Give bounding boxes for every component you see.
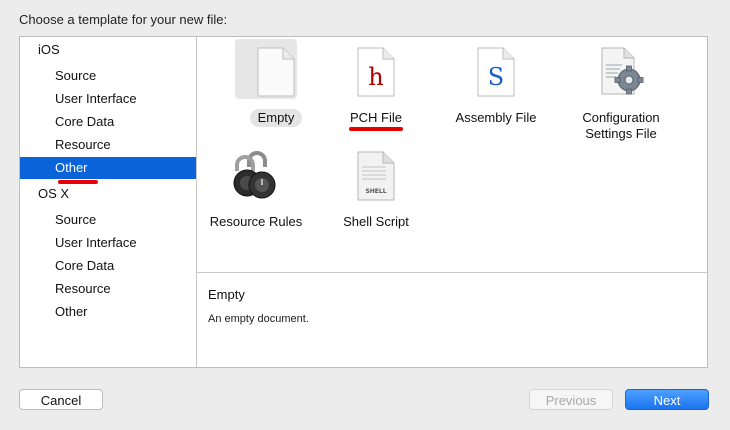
sidebar-item-ios-source[interactable]: Source	[20, 65, 196, 87]
template-chooser-panel: iOS Source User Interface Core Data Reso…	[19, 36, 708, 368]
template-label: Empty	[249, 109, 303, 127]
dialog-title: Choose a template for your new file:	[19, 12, 228, 27]
sidebar-item-ios-resource[interactable]: Resource	[20, 134, 196, 156]
template-pch-file[interactable]: h PCH File	[321, 45, 431, 127]
sidebar-item-ios-core-data[interactable]: Core Data	[20, 111, 196, 133]
template-description-pane: Empty An empty document.	[197, 273, 707, 367]
gear-document-icon	[601, 47, 644, 95]
template-label: Shell Script	[343, 214, 409, 229]
template-label: Resource Rules	[209, 214, 303, 229]
template-configuration-settings-file[interactable]: Configuration Settings File	[561, 45, 681, 143]
sidebar-item-osx-user-interface[interactable]: User Interface	[20, 232, 196, 254]
empty-document-icon	[257, 47, 295, 97]
assembly-glyph: S	[488, 63, 504, 91]
sidebar-item-osx-resource[interactable]: Resource	[20, 278, 196, 300]
padlock-icon	[233, 151, 276, 199]
template-label: Assembly File	[455, 110, 537, 125]
platform-sidebar: iOS Source User Interface Core Data Reso…	[20, 37, 197, 367]
sidebar-item-osx-core-data[interactable]: Core Data	[20, 255, 196, 277]
assembly-file-icon: S	[477, 47, 515, 97]
sidebar-item-osx-source[interactable]: Source	[20, 209, 196, 231]
template-assembly-file[interactable]: S Assembly File	[441, 45, 551, 127]
sidebar-item-ios-user-interface[interactable]: User Interface	[20, 88, 196, 110]
cancel-button[interactable]: Cancel	[19, 389, 103, 410]
shell-glyph: SHELL	[365, 188, 386, 195]
pch-file-icon: h	[357, 47, 395, 97]
sidebar-group-osx[interactable]: OS X	[20, 183, 196, 205]
sidebar-group-ios[interactable]: iOS	[20, 39, 196, 61]
red-underline-annotation	[349, 127, 403, 131]
template-shell-script[interactable]: SHELL Shell Script	[321, 149, 431, 231]
sidebar-item-ios-other[interactable]: Other	[20, 157, 196, 179]
template-label: Configuration Settings File	[582, 110, 660, 141]
template-resource-rules[interactable]: Resource Rules	[201, 149, 311, 231]
description-text: An empty document.	[208, 313, 309, 325]
description-title: Empty	[208, 287, 245, 302]
sidebar-item-osx-other[interactable]: Other	[20, 301, 196, 323]
pch-glyph: h	[368, 63, 383, 91]
next-button[interactable]: Next	[625, 389, 709, 410]
red-underline-annotation	[58, 180, 98, 184]
previous-button[interactable]: Previous	[529, 389, 613, 410]
shell-script-icon: SHELL	[357, 151, 395, 201]
template-grid: Empty h PCH File S Assembly File Configu…	[197, 37, 707, 273]
template-empty[interactable]: Empty	[221, 39, 331, 127]
template-label: PCH File	[349, 110, 402, 125]
